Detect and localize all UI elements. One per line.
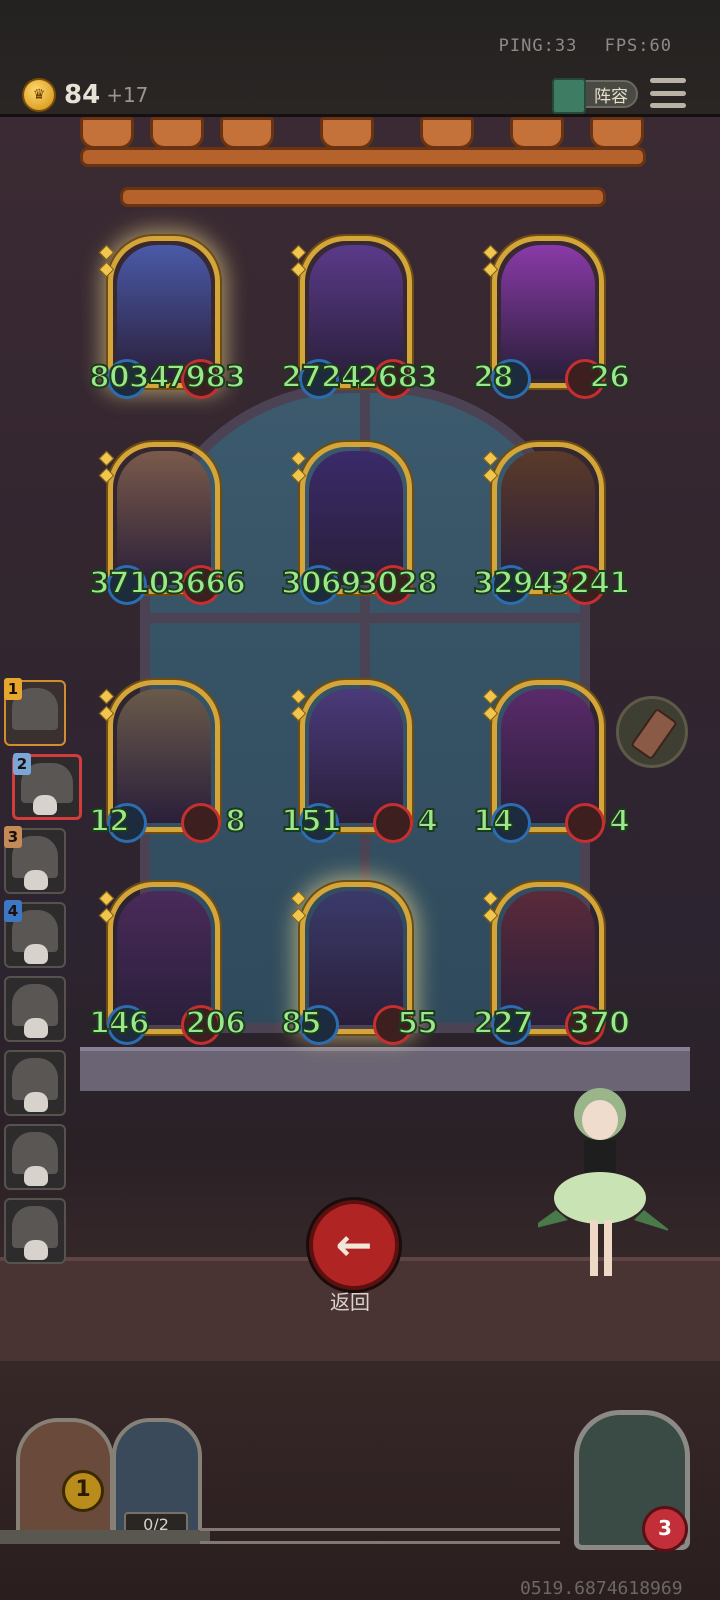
minion-health: 8 [224, 803, 247, 840]
back-button[interactable]: ← [309, 1200, 399, 1290]
health-ring-icon [565, 803, 605, 843]
player-slot[interactable] [4, 1124, 66, 1190]
skull-icon [33, 795, 57, 815]
gold-value: 84 [64, 80, 101, 110]
tray-decoration [0, 1530, 210, 1544]
minion-attack: 3294 [472, 565, 554, 602]
minion-card[interactable]: 3710 3666 [88, 442, 247, 605]
ping-readout: PING:33 [498, 36, 578, 56]
game-seed: 0519.6874618969 [520, 1578, 683, 1599]
player-slot[interactable]: 2 [12, 753, 82, 820]
tier-gems [290, 244, 307, 278]
tier-gems [482, 890, 499, 924]
skull-icon [24, 1018, 48, 1038]
tier-gems [482, 688, 499, 722]
tier-gems [290, 890, 307, 924]
tier-gems [98, 688, 115, 722]
player-slot[interactable]: 1 [4, 678, 66, 746]
gold-income: +17 [106, 83, 149, 107]
team-lineup-label: 阵容 [594, 86, 628, 107]
minion-health: 3666 [165, 565, 247, 602]
minion-attack: 14 [472, 803, 515, 840]
gold-coin-icon: ♛ [22, 78, 56, 112]
minion-card[interactable]: 151 4 [280, 680, 439, 843]
minion-attack: 85 [280, 1005, 323, 1042]
gold-counter: ♛ 84 +17 [22, 78, 148, 112]
tier-gems [290, 450, 307, 484]
tier-gems [98, 450, 115, 484]
player-slot[interactable] [4, 1050, 66, 1116]
skull-icon [24, 944, 48, 964]
network-status: PING:33 FPS:60 [483, 36, 672, 56]
minion-attack: 3069 [280, 565, 362, 602]
tier-gems [290, 688, 307, 722]
minion-attack: 8034 [88, 359, 170, 396]
rank-badge: 4 [4, 900, 22, 922]
minion-health: 206 [184, 1005, 247, 1042]
minion-health: 7983 [165, 359, 247, 396]
minion-card[interactable]: 3069 3028 [280, 442, 439, 605]
player-slot[interactable]: 3 [4, 826, 66, 894]
health-ring-icon [373, 803, 413, 843]
player-slot[interactable]: 4 [4, 900, 66, 968]
back-label: 返回 [330, 1290, 370, 1314]
minion-health: 4 [416, 803, 439, 840]
player-slot[interactable] [4, 976, 66, 1042]
team-lineup-button[interactable]: 阵容 [552, 78, 638, 114]
minion-health: 2683 [357, 359, 439, 396]
coffin-button[interactable] [616, 696, 688, 768]
skull-icon [24, 870, 48, 890]
minion-card[interactable]: 85 55 [280, 882, 439, 1045]
minion-card[interactable]: 146 206 [88, 882, 247, 1045]
minion-health: 3028 [357, 565, 439, 602]
menu-icon[interactable] [650, 78, 686, 108]
minion-card[interactable]: 12 8 [88, 680, 247, 843]
minion-card[interactable]: 2724 2683 [280, 236, 439, 399]
minion-card[interactable]: 8034 7983 [88, 236, 247, 399]
skull-icon [24, 1092, 48, 1112]
player-slot[interactable] [4, 1198, 66, 1264]
tier-gems [482, 244, 499, 278]
skull-icon [24, 1166, 48, 1186]
tier-gems [98, 244, 115, 278]
arrow-left-icon: ← [335, 1219, 373, 1271]
rank-badge: 2 [13, 753, 31, 775]
minion-health: 370 [568, 1005, 631, 1042]
health-ring-icon [181, 803, 221, 843]
minion-attack: 12 [88, 803, 131, 840]
tier-gems [482, 450, 499, 484]
shopkeeper-character [538, 1088, 668, 1276]
book-icon [552, 78, 586, 114]
minion-attack: 3710 [88, 565, 170, 602]
minion-health: 4 [608, 803, 631, 840]
tier-gems [98, 890, 115, 924]
minion-attack: 2724 [280, 359, 362, 396]
minion-card[interactable]: 14 4 [472, 680, 631, 843]
top-bar: PING:33 FPS:60 ♛ 84 +17 阵容 [0, 0, 720, 117]
player-health-heart-icon: 3 [642, 1506, 688, 1552]
skull-icon [24, 1240, 48, 1260]
minion-card[interactable]: 227 370 [472, 882, 631, 1045]
minion-attack: 227 [472, 1005, 535, 1042]
rank-badge: 1 [4, 678, 22, 700]
minion-health: 26 [588, 359, 631, 396]
minion-attack: 151 [280, 803, 343, 840]
minion-card[interactable]: 28 26 [472, 236, 631, 399]
coffin-icon [630, 707, 678, 761]
pipe-decoration [200, 1528, 560, 1544]
minion-card[interactable]: 3294 3241 [472, 442, 631, 605]
minion-attack: 146 [88, 1005, 151, 1042]
fps-readout: FPS:60 [604, 36, 672, 56]
minion-health: 3241 [549, 565, 631, 602]
minion-attack: 28 [472, 359, 515, 396]
minion-health: 55 [396, 1005, 439, 1042]
rank-badge: 3 [4, 826, 22, 848]
shop-level-badge[interactable]: 1 [62, 1470, 104, 1512]
